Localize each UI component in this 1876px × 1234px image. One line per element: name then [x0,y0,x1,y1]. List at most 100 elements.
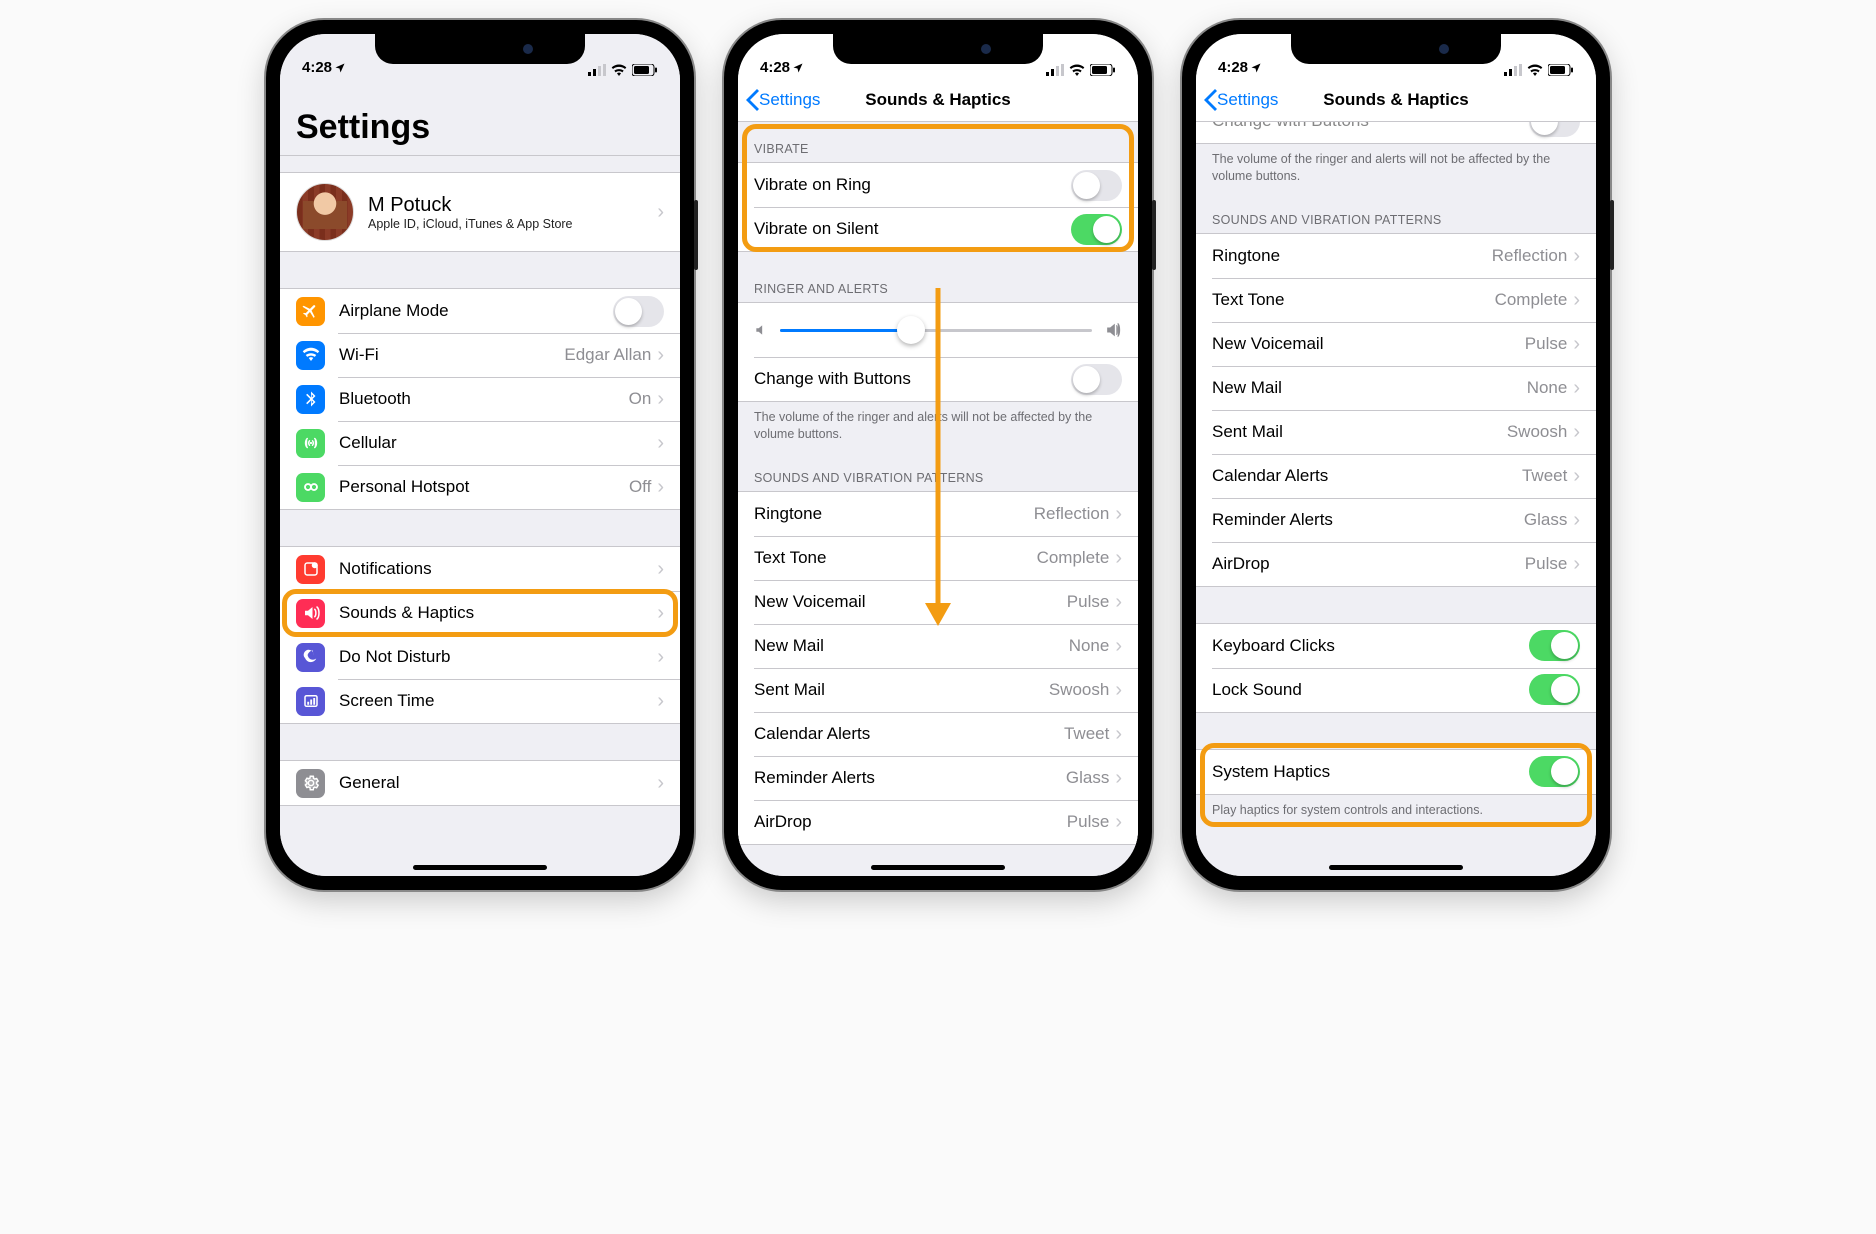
system-haptics-row[interactable]: System Haptics [1196,750,1596,794]
row-airplane-mode[interactable]: Airplane Mode [280,289,680,333]
row-airdrop[interactable]: AirDropPulse› [738,800,1138,844]
chevron-right-icon: › [1573,554,1580,574]
sounds-icon [296,599,325,628]
row-new-mail[interactable]: New MailNone› [1196,366,1596,410]
row-do-not-disturb[interactable]: Do Not Disturb› [280,635,680,679]
toggle-change-with-buttons[interactable] [1529,122,1580,137]
row-detail: Tweet [1064,724,1109,744]
row-label: Change with Buttons [1212,122,1529,131]
wifi-icon [1069,64,1085,76]
row-text-tone[interactable]: Text ToneComplete› [1196,278,1596,322]
change-with-buttons-row-cut[interactable]: Change with Buttons [1196,122,1596,143]
row-detail: Pulse [1525,554,1568,574]
location-arrow-icon [334,62,346,74]
row-general[interactable]: General› [280,761,680,805]
row-calendar-alerts[interactable]: Calendar AlertsTweet› [738,712,1138,756]
row-vibrate-on-silent[interactable]: Vibrate on Silent [738,207,1138,251]
row-label: Do Not Disturb [339,647,657,667]
chevron-right-icon: › [1115,680,1122,700]
row-detail: Swoosh [1507,422,1567,442]
cellular-signal-icon [588,64,606,76]
toggle[interactable] [1529,674,1580,705]
toggle[interactable] [1071,170,1122,201]
home-indicator[interactable] [1329,865,1463,870]
row-detail: Complete [1495,290,1568,310]
battery-icon [1090,64,1116,76]
wifi-icon [296,341,325,370]
row-detail: Edgar Allan [564,345,651,365]
home-indicator[interactable] [871,865,1005,870]
row-new-voicemail[interactable]: New VoicemailPulse› [1196,322,1596,366]
row-detail: On [629,389,652,409]
chevron-right-icon: › [657,345,664,365]
row-label: New Mail [754,636,1069,656]
chevron-right-icon: › [1115,768,1122,788]
back-button[interactable]: Settings [746,89,820,111]
row-sent-mail[interactable]: Sent MailSwoosh› [738,668,1138,712]
speaker-high-icon [1104,322,1122,338]
profile-row[interactable]: M Potuck Apple ID, iCloud, iTunes & App … [280,173,680,251]
chevron-right-icon: › [1115,592,1122,612]
nav-title: Sounds & Haptics [1323,90,1468,110]
notch [833,34,1043,64]
row-label: Calendar Alerts [1212,466,1522,486]
large-title: Settings [280,78,680,156]
row-new-mail[interactable]: New MailNone› [738,624,1138,668]
screen-sounds-top: 4:28 Settings Sounds & Haptics VIBRATE V… [738,34,1138,876]
row-reminder-alerts[interactable]: Reminder AlertsGlass› [1196,498,1596,542]
toggle[interactable] [1071,214,1122,245]
row-label: Change with Buttons [754,369,1071,389]
status-time: 4:28 [1218,59,1248,76]
phone-frame-1: 4:28 Settings M Potuck Apple ID, iCl [266,20,694,890]
bluetooth-icon [296,385,325,414]
section-header-patterns: SOUNDS AND VIBRATION PATTERNS [1196,193,1596,233]
back-button[interactable]: Settings [1204,89,1278,111]
row-reminder-alerts[interactable]: Reminder AlertsGlass› [738,756,1138,800]
status-time: 4:28 [760,59,790,76]
row-label: New Mail [1212,378,1527,398]
row-keyboard-clicks[interactable]: Keyboard Clicks [1196,624,1596,668]
toggle[interactable] [613,296,664,327]
row-lock-sound[interactable]: Lock Sound [1196,668,1596,712]
row-label: Sounds & Haptics [339,603,657,623]
row-sounds-haptics[interactable]: Sounds & Haptics› [280,591,680,635]
row-notifications[interactable]: Notifications› [280,547,680,591]
notifications-icon [296,555,325,584]
row-label: Ringtone [754,504,1034,524]
row-sent-mail[interactable]: Sent MailSwoosh› [1196,410,1596,454]
phone-frame-2: 4:28 Settings Sounds & Haptics VIBRATE V… [724,20,1152,890]
row-screen-time[interactable]: Screen Time› [280,679,680,723]
row-airdrop[interactable]: AirDropPulse› [1196,542,1596,586]
row-ringtone[interactable]: RingtoneReflection› [1196,234,1596,278]
status-time: 4:28 [302,59,332,76]
toggle[interactable] [1529,630,1580,661]
row-bluetooth[interactable]: BluetoothOn› [280,377,680,421]
back-label: Settings [1217,90,1278,110]
row-wi-fi[interactable]: Wi-FiEdgar Allan › [280,333,680,377]
nav-bar: Settings Sounds & Haptics [738,78,1138,122]
location-arrow-icon [1250,62,1262,74]
row-label: Bluetooth [339,389,629,409]
row-personal-hotspot[interactable]: Personal HotspotOff› [280,465,680,509]
home-indicator[interactable] [413,865,547,870]
chevron-right-icon: › [657,202,664,222]
row-label: Calendar Alerts [754,724,1064,744]
chevron-right-icon: › [657,389,664,409]
toggle-system-haptics[interactable] [1529,756,1580,787]
row-label: Wi-Fi [339,345,564,365]
row-cellular[interactable]: Cellular› [280,421,680,465]
row-calendar-alerts[interactable]: Calendar AlertsTweet› [1196,454,1596,498]
chevron-right-icon: › [1573,510,1580,530]
row-vibrate-on-ring[interactable]: Vibrate on Ring [738,163,1138,207]
row-label: Screen Time [339,691,657,711]
speaker-low-icon [754,323,768,337]
dnd-icon [296,643,325,672]
group-profile: M Potuck Apple ID, iCloud, iTunes & App … [280,172,680,252]
row-detail: None [1069,636,1110,656]
chevron-right-icon: › [1115,548,1122,568]
notch [375,34,585,64]
chevron-right-icon: › [657,691,664,711]
toggle-change-with-buttons[interactable] [1071,364,1122,395]
row-detail: Glass [1066,768,1109,788]
location-arrow-icon [792,62,804,74]
